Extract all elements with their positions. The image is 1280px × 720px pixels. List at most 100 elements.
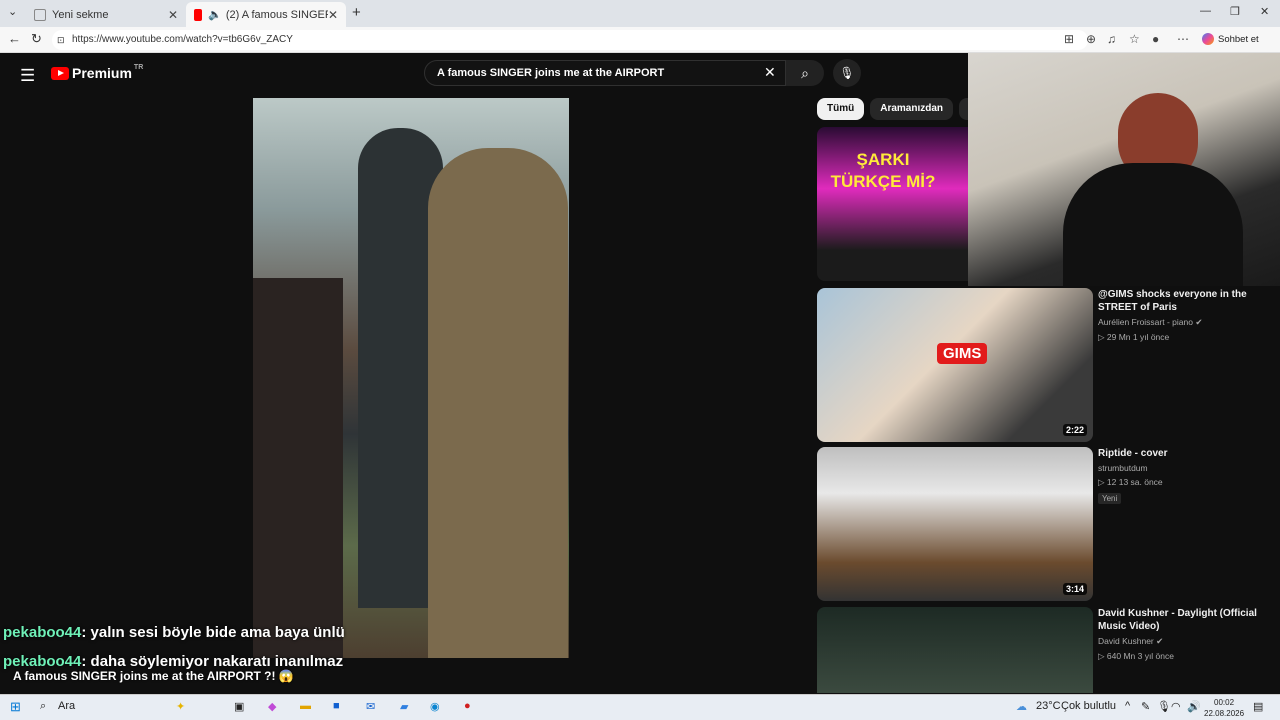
duration-badge: 3:14 [1062,583,1087,595]
speaker-icon[interactable]: 🔈 [208,8,222,21]
video-meta: ▷ 12 13 sa. önce [1098,477,1163,487]
weather-text[interactable]: Çok bulutlu [1061,700,1116,712]
favorites-icon[interactable]: ☆ [1129,32,1140,46]
pen-icon[interactable]: ✎ [1141,700,1150,713]
close-tab-icon[interactable]: ✕ [168,8,178,22]
duration-badge: 2:22 [1062,424,1087,436]
verified-icon: ✔ [1195,317,1203,327]
channel-name[interactable]: Aurélien Froissart - piano [1098,317,1193,327]
recommendation-info[interactable]: Riptide - cover strumbutdum ▷ 12 13 sa. … [1098,447,1268,506]
youtube-icon [194,8,203,21]
video-meta: ▷ 29 Mn 1 yıl önce [1098,332,1170,342]
new-tab-icon[interactable]: + [352,4,361,21]
recommendation-info[interactable]: @GIMS shocks everyone in the STREET of P… [1098,288,1268,343]
tab-new-tab[interactable]: Yeni sekme ✕ [26,2,186,27]
outlook-icon[interactable]: ✉ [366,700,375,713]
verified-icon: ✔ [1156,636,1164,646]
windows-taskbar: ⊞ ⌕ Ara ✦ ▣ ◆ ▬ ■ ✉ ▰ ◉ ● ☁ 23°C Çok bul… [0,694,1280,720]
translate-icon[interactable]: ⊕ [1086,32,1096,46]
profile-icon[interactable]: ● [1152,32,1159,46]
chevron-up-icon[interactable]: ^ [1125,700,1130,712]
streamer-figure [1063,163,1243,286]
voice-search-button[interactable]: 🎙 [833,59,861,87]
chip-from-search[interactable]: Aramanızdan [870,98,954,120]
copilot-icon [1202,33,1214,45]
clear-search-icon[interactable]: ✕ [764,64,776,81]
menu-icon[interactable]: ☰ [20,66,35,86]
recommendation-info[interactable]: David Kushner - Daylight (Official Music… [1098,607,1268,662]
more-icon[interactable]: ⋯ [1177,32,1189,46]
url-text: https://www.youtube.com/watch?v=tb6G6v_Z… [72,34,293,45]
logo-region: TR [133,63,144,71]
windows-start-icon[interactable]: ⊞ [10,699,21,715]
back-icon[interactable]: ← [8,31,21,46]
video-frame-figure [428,148,568,658]
chat-text: : daha söylemiyor nakaratı inanılmaz [81,653,344,670]
webcam-overlay [968,53,1280,286]
recommendation-thumbnail[interactable]: GIMS 2:22 [817,288,1093,442]
app-icon[interactable]: ▰ [400,700,408,713]
file-explorer-icon[interactable]: ▬ [300,700,311,712]
taskbar-search-label[interactable]: Ara [58,700,75,712]
recommendation-thumbnail[interactable] [817,607,1093,693]
refresh-icon[interactable]: ↻ [31,31,42,47]
tab-label: Yeni sekme [52,8,109,21]
video-meta: ▷ 640 Mn 3 yıl önce [1098,651,1174,661]
obs-icon[interactable]: ● [464,700,471,712]
browser-tab-strip: ⌄ Yeni sekme ✕ 🔈 (2) A famous SINGER joi… [0,0,1280,27]
copilot-sparkle-icon[interactable]: ✦ [176,700,185,713]
channel-name[interactable]: David Kushner [1098,636,1154,646]
url-field[interactable]: ⊡ https://www.youtube.com/watch?v=tb6G6v… [52,30,1088,50]
new-badge: Yeni [1098,493,1122,504]
address-bar-row: ← ↻ ⊡ https://www.youtube.com/watch?v=tb… [0,27,1280,53]
task-view-icon[interactable]: ▣ [234,700,244,713]
app-available-icon[interactable]: ⊞ [1064,32,1074,46]
search-input[interactable]: A famous SINGER joins me at the AIRPORT [424,60,786,86]
chat-username: pekaboo44 [3,653,82,670]
tab-list-icon[interactable]: ⌄ [8,5,17,18]
youtube-logo[interactable]: Premium TR [51,63,144,81]
youtube-play-icon [51,66,69,80]
weather-icon: ☁ [1016,701,1027,713]
thumbnail-text: ŞARKI TÜRKÇE Mİ? [830,150,936,191]
video-title[interactable]: David Kushner - Daylight (Official Music… [1098,607,1268,633]
video-frame-figure [253,278,343,658]
clock-date: 22.08.2026 [1204,709,1245,718]
channel-name[interactable]: strumbutdum [1098,463,1268,473]
copilot-label: Sohbet et [1218,33,1259,45]
chat-message: pekaboo44: daha söylemiyor nakaratı inan… [3,653,343,670]
chat-text: : yalın sesi böyle bide ama baya ünlü [81,624,345,641]
close-tab-icon[interactable]: ✕ [328,8,338,22]
close-window-icon[interactable]: ✕ [1260,5,1269,18]
chat-username: pekaboo44 [3,624,82,641]
store-icon[interactable]: ■ [333,700,340,712]
video-title[interactable]: Riptide - cover [1098,447,1268,460]
search-button[interactable]: ⌕ [786,60,824,86]
search-icon[interactable]: ⌕ [40,700,46,713]
tab-youtube[interactable]: 🔈 (2) A famous SINGER joins me ✕ [186,2,346,27]
volume-icon[interactable]: 🔊 [1187,700,1201,713]
copilot-button[interactable]: Sohbet et [1202,33,1259,45]
thumbnail-text: GIMS [937,343,988,364]
system-clock[interactable]: 00:02 22.08.2026 [1204,697,1244,719]
wifi-icon[interactable]: ◠ [1171,700,1181,713]
copilot-app-icon[interactable]: ◆ [268,700,276,713]
video-player[interactable] [253,98,569,658]
page-icon [34,8,46,21]
weather-temp[interactable]: 23°C [1036,700,1061,712]
video-title[interactable]: @GIMS shocks everyone in the STREET of P… [1098,288,1268,314]
restore-icon[interactable]: ❐ [1230,5,1240,18]
minimize-icon[interactable]: — [1200,5,1211,17]
notifications-icon[interactable]: ▤ [1253,700,1263,713]
logo-text: Premium [72,65,132,81]
mic-icon[interactable]: 🎙 [1157,700,1171,713]
search-icon: ⌕ [801,65,809,81]
recommendation-thumbnail[interactable]: 3:14 [817,447,1093,601]
tab-label: (2) A famous SINGER joins me [225,8,328,21]
chip-all[interactable]: Tümü [817,98,865,120]
site-info-icon[interactable]: ⊡ [57,30,65,50]
edge-icon[interactable]: ◉ [430,700,440,713]
stream-caption: A famous SINGER joins me at the AIRPORT … [13,669,294,683]
chat-message: pekaboo44: yalın sesi böyle bide ama bay… [3,624,345,641]
media-icon[interactable]: ♫ [1107,32,1116,46]
